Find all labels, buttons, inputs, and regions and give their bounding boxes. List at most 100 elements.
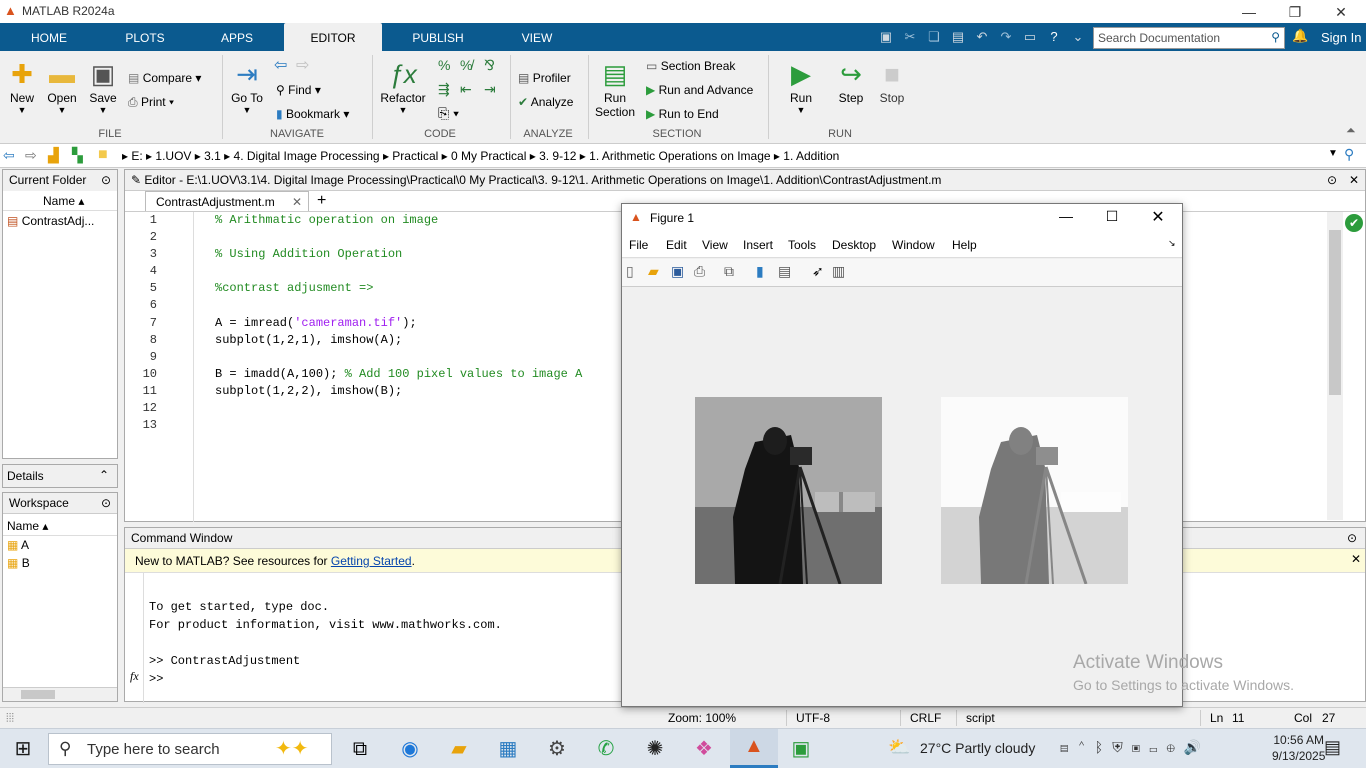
expand-chevron-icon[interactable]: ⌃ xyxy=(99,468,109,482)
tab-apps[interactable]: APPS xyxy=(206,23,268,51)
store-icon[interactable]: ▦ xyxy=(493,735,523,763)
breadcrumb-item[interactable]: 3.1 xyxy=(204,149,221,163)
chatgpt-icon[interactable]: ✺ xyxy=(640,735,670,763)
menu-insert[interactable]: Insert xyxy=(743,238,773,252)
options-dropdown-icon[interactable]: ⌄ xyxy=(1068,27,1088,47)
compare-button[interactable]: ▤ Compare ▾ xyxy=(128,71,201,85)
help-icon[interactable]: ? xyxy=(1044,27,1064,47)
menu-desktop[interactable]: Desktop xyxy=(832,238,876,252)
tab-publish[interactable]: PUBLISH xyxy=(400,23,476,51)
close-banner-icon[interactable]: ✕ xyxy=(1351,552,1361,566)
sign-in-link[interactable]: Sign In xyxy=(1321,30,1361,45)
figure-maximize-button[interactable]: ☐ xyxy=(1100,208,1124,225)
smart-indent-icon[interactable]: ⇶ xyxy=(438,81,450,98)
cut-quick-icon[interactable]: ✂ xyxy=(900,27,920,47)
edge-browser-icon[interactable]: ◉ xyxy=(395,735,425,763)
paste-quick-icon[interactable]: ▤ xyxy=(948,27,968,47)
whatsapp-icon[interactable]: ✆ xyxy=(591,735,621,763)
goto-button[interactable]: ⇥ Go To ▼ xyxy=(228,57,266,115)
code-analyzer-check-icon[interactable]: ✔ xyxy=(1345,214,1363,232)
figure-close-button[interactable]: ✕ xyxy=(1146,207,1170,227)
tab-plots[interactable]: PLOTS xyxy=(114,23,176,51)
editor-file-tab[interactable]: ContrastAdjustment.m ✕ xyxy=(145,191,309,211)
file-explorer-icon[interactable]: ▰ xyxy=(444,735,474,763)
print-button[interactable]: ⎙ Print ▾ xyxy=(128,95,174,110)
settings-gear-icon[interactable]: ⚙ xyxy=(542,735,572,763)
redo-quick-icon[interactable]: ↷ xyxy=(996,27,1016,47)
breadcrumb-item[interactable]: 1. Arithmetic Operations on Image xyxy=(589,149,770,163)
run-button[interactable]: ▶ Run ▼ xyxy=(780,57,822,115)
workspace-var[interactable]: ▦ A xyxy=(3,536,117,554)
tab-home[interactable]: HOME xyxy=(18,23,80,51)
back-arrow-icon[interactable]: ⇦ xyxy=(274,55,287,75)
tab-view[interactable]: VIEW xyxy=(506,23,568,51)
menu-edit[interactable]: Edit xyxy=(666,238,687,252)
workspace-name-header[interactable]: Name ▴ xyxy=(3,514,117,536)
open-file-icon[interactable]: ▰ xyxy=(648,263,659,280)
new-button[interactable]: ✚ New ▼ xyxy=(4,57,40,115)
path-dropdown-icon[interactable]: ▼ xyxy=(1328,148,1338,159)
copy-quick-icon[interactable]: ❏ xyxy=(924,27,944,47)
step-button[interactable]: ↪ Step xyxy=(830,57,872,105)
clock[interactable]: 10:56 AM 9/13/2025 xyxy=(1272,732,1325,764)
spreadsheet-icon[interactable]: ▣ xyxy=(786,735,816,763)
command-prompt[interactable]: >> xyxy=(149,670,502,688)
fx-function-browser-icon[interactable]: fx xyxy=(130,669,139,684)
comment-icon[interactable]: % xyxy=(438,57,450,73)
matlab-taskbar-button[interactable]: ▲ xyxy=(730,729,778,768)
browse-folder-icon[interactable]: ▚ xyxy=(72,147,83,164)
name-column-header[interactable]: Name ▴ xyxy=(3,191,117,211)
new-figure-icon[interactable]: ▯ xyxy=(626,263,634,280)
menu-tools[interactable]: Tools xyxy=(788,238,816,252)
maximize-button[interactable]: ❐ xyxy=(1272,2,1318,22)
breadcrumb-item[interactable]: 0 My Practical xyxy=(451,149,526,163)
panel-options-icon[interactable]: ⊙ xyxy=(101,496,111,510)
new-tab-icon[interactable]: + xyxy=(317,192,326,210)
tab-editor[interactable]: EDITOR xyxy=(284,23,382,51)
save-button[interactable]: ▣ Save ▼ xyxy=(86,57,120,115)
run-to-end-button[interactable]: ▶ Run to End xyxy=(646,107,719,121)
switch-windows-icon[interactable]: ▭ xyxy=(1020,27,1040,47)
legend-icon[interactable]: ▤ xyxy=(778,263,791,280)
analyze-button[interactable]: ✔ Analyze xyxy=(518,95,573,109)
up-folder-icon[interactable]: ▟ xyxy=(48,147,59,164)
search-folder-icon[interactable]: ⚲ xyxy=(1344,146,1354,163)
profiler-button[interactable]: ▤ Profiler xyxy=(518,71,571,85)
menu-view[interactable]: View xyxy=(702,238,728,252)
decrease-indent-icon[interactable]: ⇤ xyxy=(460,81,472,98)
close-editor-icon[interactable]: ✕ xyxy=(1349,173,1359,187)
forward-arrow-icon[interactable]: ⇨ xyxy=(296,55,309,75)
panel-options-icon[interactable]: ⊙ xyxy=(101,173,111,187)
undo-quick-icon[interactable]: ↶ xyxy=(972,27,992,47)
close-button[interactable]: ✕ xyxy=(1318,2,1364,22)
close-tab-icon[interactable]: ✕ xyxy=(292,195,302,209)
search-documentation-input[interactable]: Search Documentation ⚲ xyxy=(1093,27,1285,49)
breadcrumb-item[interactable]: 1. Addition xyxy=(783,149,839,163)
notification-bell-icon[interactable]: 🔔 xyxy=(1292,28,1308,44)
minimize-button[interactable]: — xyxy=(1226,2,1272,22)
wrap-comments-icon[interactable]: ⅋ xyxy=(484,57,495,74)
breadcrumb-item[interactable]: 1.UOV xyxy=(155,149,191,163)
breadcrumb-item[interactable]: 4. Digital Image Processing xyxy=(234,149,380,163)
increase-indent-icon[interactable]: ⇥ xyxy=(484,81,496,98)
weather-text[interactable]: 27°C Partly cloudy xyxy=(920,740,1035,756)
uncomment-icon[interactable]: %̸ xyxy=(460,57,472,73)
figure-minimize-button[interactable]: — xyxy=(1054,208,1078,224)
menu-window[interactable]: Window xyxy=(892,238,935,252)
getting-started-link[interactable]: Getting Started xyxy=(331,554,412,568)
windows-start-icon[interactable]: ⊞ xyxy=(8,735,38,763)
breadcrumb-item[interactable]: Practical xyxy=(392,149,438,163)
notifications-icon[interactable]: ▤ xyxy=(1324,737,1341,758)
open-button[interactable]: ▬ Open ▼ xyxy=(44,57,80,115)
breadcrumb-item[interactable]: 3. 9-12 xyxy=(539,149,576,163)
link-plot-icon[interactable]: ⧉ xyxy=(724,263,734,280)
print-figure-icon[interactable]: ⎙ xyxy=(694,263,705,280)
copilot-icon[interactable]: ❖ xyxy=(689,735,719,763)
back-nav-icon[interactable]: ⇦ xyxy=(3,147,15,164)
code-options-icon[interactable]: ⎘ ▾ xyxy=(438,105,459,122)
details-panel-header[interactable]: Details ⌃ xyxy=(2,464,118,488)
panel-options-icon[interactable]: ⊙ xyxy=(1327,173,1337,187)
save-figure-icon[interactable]: ▣ xyxy=(671,263,684,280)
find-button[interactable]: ⚲ Find ▾ xyxy=(276,83,321,97)
system-tray-icons[interactable]: ▤⌃ᛒ⛨▣▭⊕🔊 xyxy=(1060,739,1210,756)
